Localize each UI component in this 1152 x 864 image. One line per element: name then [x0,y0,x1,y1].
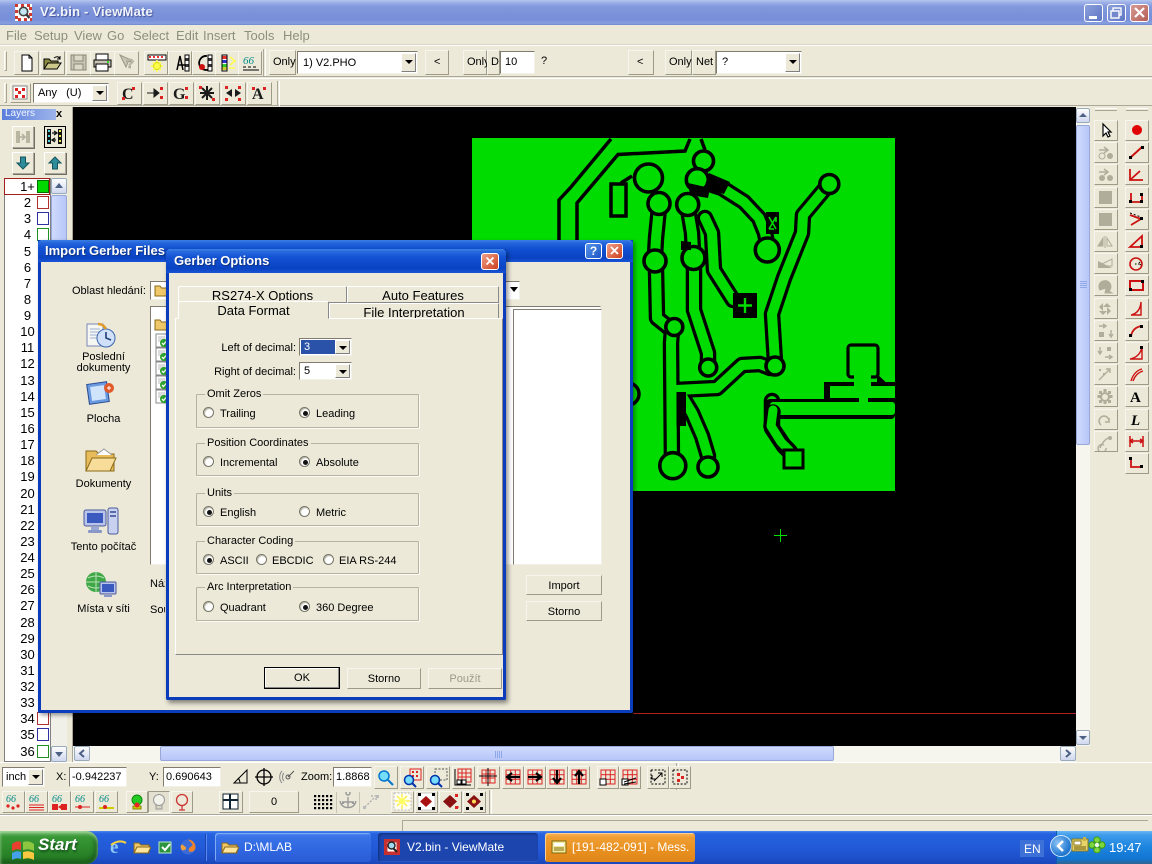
svg-text:66: 66 [52,794,62,805]
svg-text:A: A [1130,390,1141,406]
svg-text:C: C [122,86,134,103]
svg-text:G: G [173,86,186,103]
svg-text:66: 66 [29,794,39,805]
svg-text:e: e [110,837,118,856]
svg-text:66: 66 [99,794,109,805]
svg-text:66: 66 [243,55,255,67]
svg-text:66: 66 [75,794,85,805]
svg-text:?: ? [126,56,134,71]
svg-text:L: L [1130,413,1140,429]
svg-text:66: 66 [6,794,16,805]
